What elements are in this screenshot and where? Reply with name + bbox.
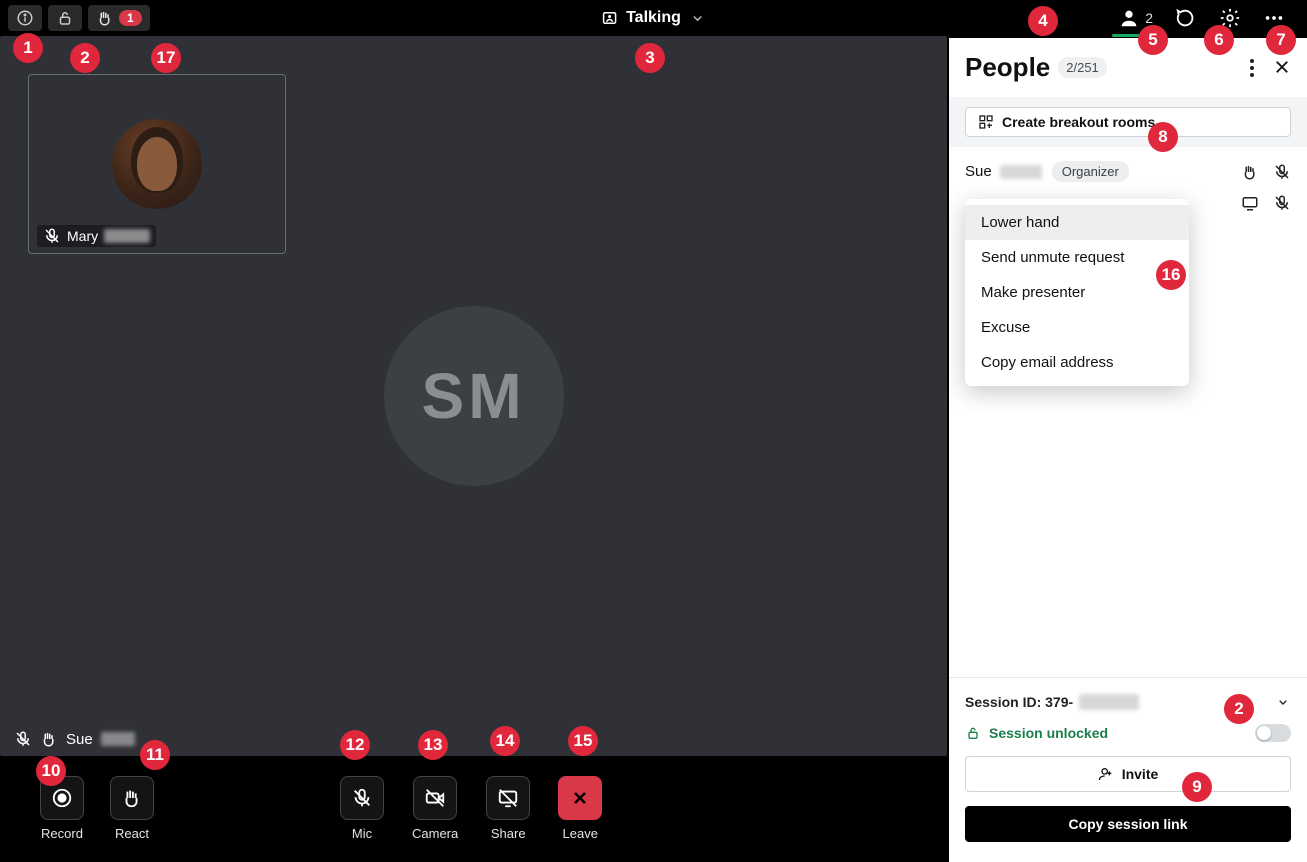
- main-speaker-name: Sue: [66, 731, 93, 748]
- chevron-down-icon: [1275, 694, 1291, 710]
- session-unlocked-label: Session unlocked: [989, 725, 1108, 741]
- panel-more-button[interactable]: [1249, 58, 1255, 78]
- create-breakout-rooms-button[interactable]: Create breakout rooms: [965, 107, 1291, 137]
- lock-button[interactable]: [48, 5, 82, 31]
- react-label: React: [115, 826, 149, 841]
- annotation-marker: 1: [13, 33, 43, 63]
- panel-title: People: [965, 52, 1050, 83]
- annotation-marker: 15: [568, 726, 598, 756]
- annotation-marker: 6: [1204, 25, 1234, 55]
- person-name: Sue: [965, 163, 992, 180]
- hand-icon: [40, 730, 58, 748]
- ctx-copy-email[interactable]: Copy email address: [965, 345, 1189, 380]
- camera-button[interactable]: [413, 776, 457, 820]
- panel-count: 2/251: [1058, 57, 1107, 78]
- annotation-marker: 16: [1156, 260, 1186, 290]
- ctx-excuse[interactable]: Excuse: [965, 310, 1189, 345]
- share-label: Share: [491, 826, 526, 841]
- annotation-marker: 5: [1138, 25, 1168, 55]
- chat-button[interactable]: [1175, 7, 1197, 29]
- redacted-text: [1079, 694, 1139, 710]
- session-title: Talking: [626, 9, 681, 27]
- leave-label: Leave: [563, 826, 598, 841]
- people-count: 2: [1145, 10, 1153, 26]
- ctx-send-unmute[interactable]: Send unmute request: [965, 240, 1189, 275]
- annotation-marker: 2: [1224, 694, 1254, 724]
- ctx-lower-hand[interactable]: Lower hand: [965, 205, 1189, 240]
- lock-toggle[interactable]: [1255, 724, 1291, 742]
- redacted-text: [1000, 165, 1042, 179]
- annotation-marker: 2: [70, 43, 100, 73]
- person-icon: [1118, 7, 1140, 29]
- annotation-marker: 9: [1182, 772, 1212, 802]
- session-id-label: Session ID: 379-: [965, 694, 1073, 710]
- annotation-marker: 4: [1028, 6, 1058, 36]
- raised-hand-count: 1: [119, 10, 142, 26]
- main-speaker-initials: SM: [422, 359, 526, 433]
- react-button[interactable]: [110, 776, 154, 820]
- annotation-marker: 13: [418, 730, 448, 760]
- invite-label: Invite: [1122, 766, 1159, 782]
- annotation-marker: 14: [490, 726, 520, 756]
- presenter-icon: [600, 9, 618, 27]
- mic-muted-icon: [43, 227, 61, 245]
- screen-icon: [1241, 194, 1259, 212]
- context-menu: Lower hand Send unmute request Make pres…: [965, 199, 1189, 386]
- mic-muted-icon: [1273, 163, 1291, 181]
- redacted-text: [101, 732, 135, 746]
- copy-session-link-button[interactable]: Copy session link: [965, 806, 1291, 842]
- chevron-down-icon: [689, 9, 707, 27]
- person-row[interactable]: Sue Organizer: [965, 155, 1291, 188]
- annotation-marker: 7: [1266, 25, 1296, 55]
- annotation-marker: 17: [151, 43, 181, 73]
- breakout-label: Create breakout rooms: [1002, 114, 1155, 130]
- share-button[interactable]: [486, 776, 530, 820]
- record-label: Record: [41, 826, 83, 841]
- unlock-icon: [965, 725, 981, 741]
- raised-hands-button[interactable]: 1: [88, 5, 150, 31]
- redacted-text: [104, 229, 150, 243]
- add-person-icon: [1098, 766, 1114, 782]
- session-lock-row[interactable]: Session unlocked: [965, 724, 1291, 742]
- avatar: [112, 119, 202, 209]
- invite-button[interactable]: Invite: [965, 756, 1291, 792]
- panel-close-button[interactable]: [1273, 58, 1291, 78]
- people-panel: People 2/251 Create breakout rooms Sue O…: [949, 38, 1307, 862]
- mic-label: Mic: [352, 826, 372, 841]
- annotation-marker: 8: [1148, 122, 1178, 152]
- video-stage: Mary SM Sue: [0, 36, 947, 756]
- thumbnail-name: Mary: [67, 228, 98, 244]
- main-speaker-avatar: SM: [384, 306, 564, 486]
- hand-icon: [1241, 163, 1259, 181]
- annotation-marker: 11: [140, 740, 170, 770]
- session-title-dropdown[interactable]: Talking: [600, 9, 707, 27]
- organizer-pill: Organizer: [1052, 161, 1129, 182]
- annotation-marker: 3: [635, 43, 665, 73]
- ctx-make-presenter[interactable]: Make presenter: [965, 275, 1189, 310]
- leave-button[interactable]: [558, 776, 602, 820]
- info-button[interactable]: [8, 5, 42, 31]
- camera-label: Camera: [412, 826, 458, 841]
- annotation-marker: 12: [340, 730, 370, 760]
- breakout-icon: [978, 114, 994, 130]
- annotation-marker: 10: [36, 756, 66, 786]
- mic-muted-icon: [14, 730, 32, 748]
- mic-button[interactable]: [340, 776, 384, 820]
- participant-thumbnail[interactable]: Mary: [28, 74, 286, 254]
- mic-muted-icon: [1273, 194, 1291, 212]
